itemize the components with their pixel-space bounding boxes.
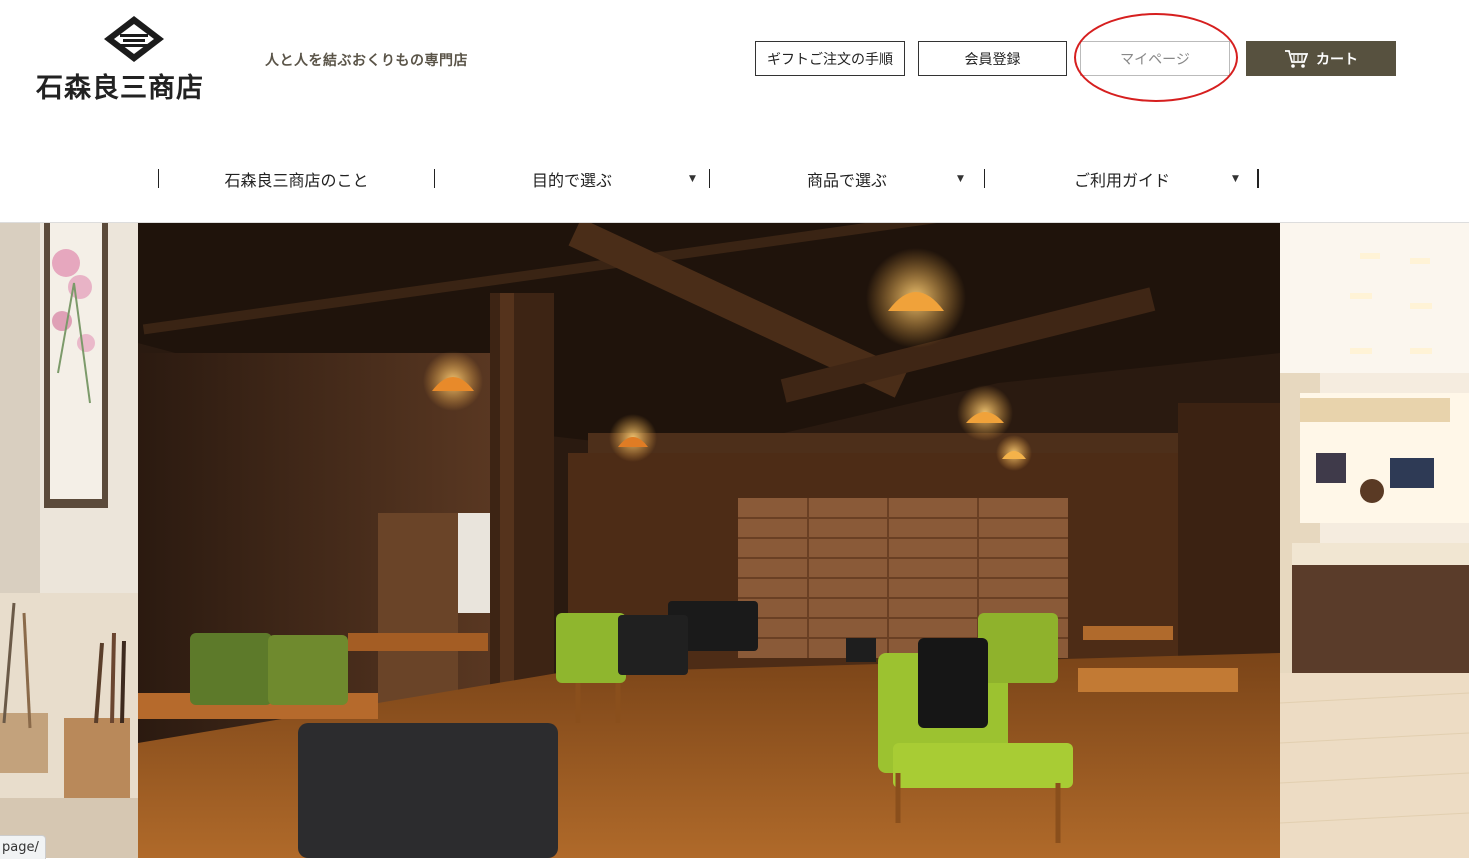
gift-order-steps-button[interactable]: ギフトご注文の手順 [755, 41, 905, 76]
slide-next-image[interactable] [1280, 223, 1469, 858]
nav-item-guide[interactable]: ご利用ガイド [985, 168, 1259, 190]
caret-down-icon: ▼ [689, 174, 696, 184]
mypage-button[interactable]: マイページ [1080, 41, 1230, 76]
nav-item-by-purpose[interactable]: 目的で選ぶ [435, 168, 709, 190]
hero-slider[interactable] [0, 223, 1469, 858]
site-tagline: 人と人を結ぶおくりもの専門店 [265, 53, 468, 69]
cafe-interior-image [138, 223, 1280, 858]
cart-label: カート [1316, 51, 1358, 68]
logo-text: 石森良三商店 [36, 73, 204, 104]
status-url-tooltip: page/ [0, 835, 46, 859]
shop-counter-image [1280, 223, 1469, 858]
nav-item-label: 石森良三商店のこと [224, 171, 369, 190]
slide-current-image[interactable] [138, 223, 1280, 858]
nav-separator [1257, 169, 1259, 188]
nav-item-label: 目的で選ぶ [531, 171, 612, 190]
nav-item-label: 商品で選ぶ [806, 171, 887, 190]
caret-down-icon: ▼ [957, 174, 964, 184]
site-logo[interactable]: 石森良三商店 [36, 14, 236, 104]
caret-down-icon: ▼ [1232, 174, 1239, 184]
slide-prev-image[interactable] [0, 223, 138, 858]
nav-item-by-product[interactable]: 商品で選ぶ [710, 168, 984, 190]
shopping-cart-icon [1285, 49, 1308, 68]
nav-item-about[interactable]: 石森良三商店のこと [159, 168, 434, 190]
shop-interior-image [0, 223, 138, 858]
member-register-button[interactable]: 会員登録 [918, 41, 1067, 76]
global-nav: 石森良三商店のこと 目的で選ぶ ▼ 商品で選ぶ ▼ ご利用ガイド ▼ [158, 168, 1260, 190]
cart-button[interactable]: カート [1246, 41, 1396, 76]
diamond-crest-icon [104, 16, 164, 62]
nav-item-label: ご利用ガイド [1073, 171, 1170, 190]
